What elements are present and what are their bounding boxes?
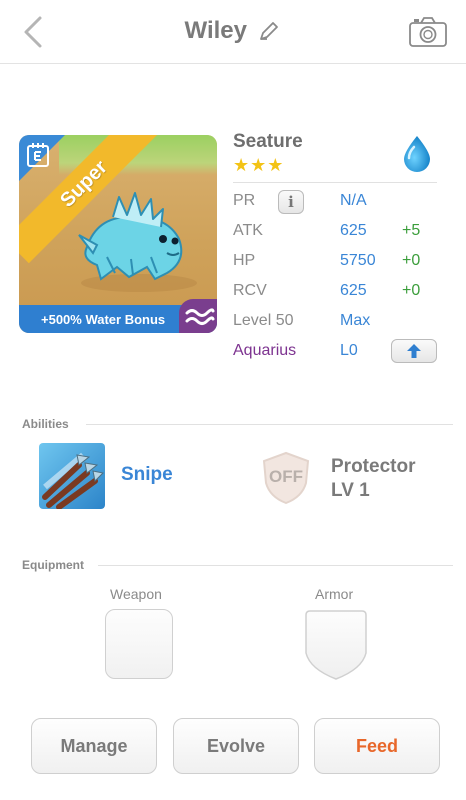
evolve-button[interactable]: Evolve [173, 718, 299, 774]
rcv-value: 625 [340, 282, 367, 299]
pr-value: N/A [340, 192, 367, 209]
atk-bonus: +5 [402, 222, 421, 239]
rcv-label: RCV [233, 282, 267, 299]
monster-card[interactable]: Super +500% Water Bonus [19, 135, 217, 333]
stat-row-zodiac: Aquarius L0 [233, 339, 443, 366]
weapon-label: Weapon [110, 586, 162, 602]
stat-row-hp: HP 5750 +0 [233, 252, 443, 276]
zodiac-value: L0 [340, 342, 358, 359]
stat-row-rcv: RCV 625 +0 [233, 282, 443, 306]
info-icon[interactable]: i [278, 190, 304, 214]
level-value: Max [340, 312, 371, 329]
stat-row-atk: ATK 625 +5 [233, 222, 443, 246]
title-area: Wiley [0, 17, 466, 45]
hp-value: 5750 [340, 252, 376, 269]
camera-icon[interactable] [408, 16, 448, 48]
abilities-divider [86, 424, 453, 425]
equipment-divider [98, 565, 453, 566]
atk-value: 625 [340, 222, 367, 239]
weapon-slot[interactable] [105, 609, 173, 679]
monster-nickname: Wiley [184, 17, 248, 44]
pencil-icon[interactable] [257, 19, 281, 43]
top-bar: Wiley [0, 0, 466, 64]
armor-slot[interactable] [302, 609, 370, 681]
zodiac-label: Aquarius [233, 342, 297, 359]
stats-divider [233, 182, 437, 183]
shield-off-icon[interactable]: OFF [258, 449, 314, 505]
ability-snipe-name[interactable]: Snipe [121, 464, 173, 486]
water-element-tab [179, 299, 217, 333]
rcv-bonus: +0 [402, 282, 421, 299]
arrows-icon [39, 443, 105, 509]
feed-button[interactable]: Feed [314, 718, 440, 774]
ability-protector-name[interactable]: Protector LV 1 [331, 455, 415, 503]
monster-name: Seature [233, 131, 303, 152]
zodiac-upgrade-button[interactable] [391, 339, 437, 363]
manage-button[interactable]: Manage [31, 718, 157, 774]
atk-label: ATK [233, 222, 263, 239]
stat-row-pr: PR i N/A [233, 190, 443, 216]
snipe-ability-icon[interactable] [39, 443, 105, 509]
hp-bonus: +0 [402, 252, 421, 269]
arrow-up-icon [407, 344, 421, 358]
ability-protector-name-line: Protector [331, 456, 416, 477]
ability-protector-level: LV 1 [331, 480, 370, 501]
water-wave-icon [185, 308, 215, 325]
stat-row-level: Level 50 Max [233, 312, 443, 336]
ability-off-status: OFF [269, 467, 303, 486]
equipment-section-title: Equipment [22, 558, 84, 572]
level-label: Level 50 [233, 312, 294, 329]
abilities-section-title: Abilities [22, 417, 69, 431]
pr-label: PR [233, 192, 256, 209]
armor-label: Armor [315, 586, 354, 602]
rarity-stars: ★★★ [233, 155, 285, 175]
evolution-book-icon [27, 143, 49, 167]
hp-label: HP [233, 252, 256, 269]
water-drop-icon [404, 136, 430, 172]
